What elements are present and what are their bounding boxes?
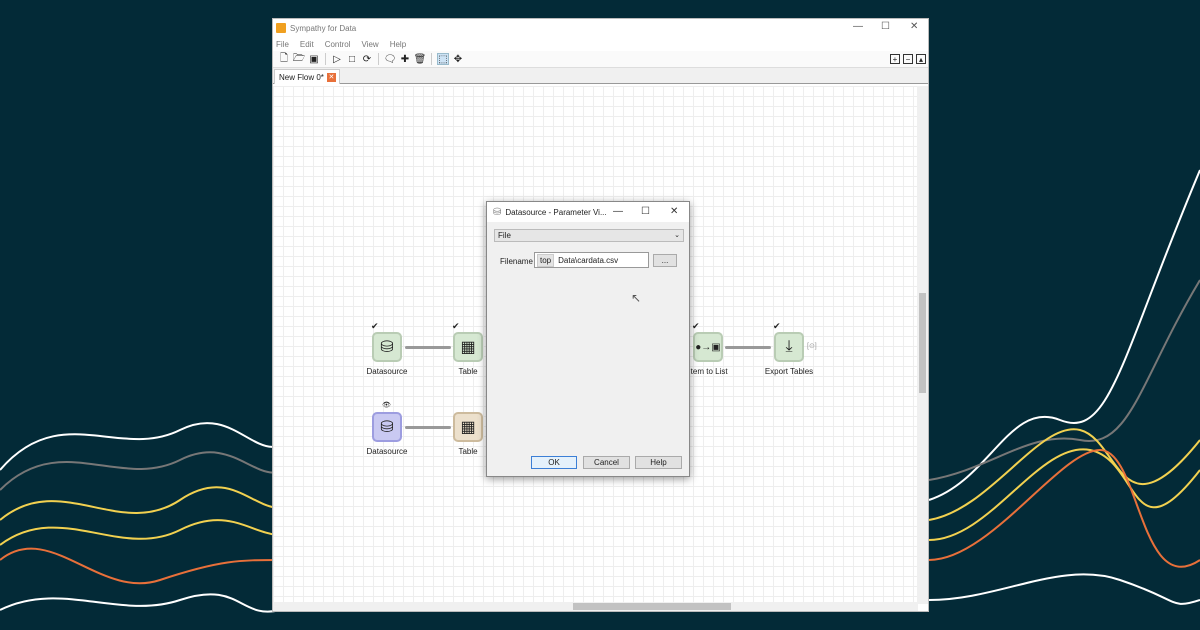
app-logo-icon xyxy=(276,23,286,33)
reload-icon[interactable]: ⟳ xyxy=(361,53,373,65)
move-icon[interactable]: ✥ xyxy=(452,53,464,65)
parameter-dialog: ⛁ Datasource - Parameter Vi... — ☐ ✕ Fil… xyxy=(486,201,690,477)
node-datasource[interactable]: ⛁ xyxy=(372,332,402,362)
zoom-in-icon[interactable]: + xyxy=(890,54,900,64)
scroll-thumb[interactable] xyxy=(573,603,731,610)
menu-file[interactable]: File xyxy=(276,40,289,49)
menu-help[interactable]: Help xyxy=(390,40,406,49)
node-datasource-2[interactable]: ⛁ xyxy=(372,412,402,442)
select-rect-icon[interactable]: ⬚ xyxy=(437,53,449,65)
zoom-out-icon[interactable]: − xyxy=(903,54,913,64)
minimize-button[interactable]: — xyxy=(853,21,863,32)
browse-button[interactable]: ... xyxy=(653,254,677,267)
node-export-tables[interactable]: ⤓ xyxy=(774,332,804,362)
menu-control[interactable]: Control xyxy=(325,40,351,49)
node-table[interactable]: ▦ xyxy=(453,332,483,362)
table-icon: ▦ xyxy=(460,339,476,356)
title-bar: Sympathy for Data xyxy=(273,19,928,37)
edge xyxy=(725,346,771,349)
node-table-2[interactable]: ▦ xyxy=(453,412,483,442)
menu-bar: File Edit Control View Help xyxy=(273,37,928,51)
filename-label: Filename xyxy=(500,257,533,266)
close-button[interactable]: ✕ xyxy=(670,206,678,217)
new-file-icon[interactable]: 🗋 xyxy=(278,53,290,65)
scroll-thumb[interactable] xyxy=(919,293,926,393)
horizontal-scrollbar[interactable] xyxy=(273,602,918,611)
open-folder-icon[interactable]: 🗁 xyxy=(293,53,305,65)
maximize-button[interactable]: ☐ xyxy=(881,21,890,32)
toolbar-divider xyxy=(431,53,432,65)
window-title: Sympathy for Data xyxy=(290,23,357,33)
output-port[interactable]: [⊙] xyxy=(807,342,817,350)
filename-field[interactable]: top Data\cardata.csv xyxy=(534,252,649,268)
prefix-button[interactable]: top xyxy=(537,253,555,267)
mode-select[interactable]: File ⌄ xyxy=(494,229,684,242)
database-icon: ⛁ xyxy=(380,339,394,356)
node-label: Datasource xyxy=(366,447,408,456)
play-icon[interactable]: ▷ xyxy=(331,53,343,65)
status-check-icon: ✔ xyxy=(371,321,379,331)
database-icon: ⛁ xyxy=(380,419,394,436)
ok-button[interactable]: OK xyxy=(531,456,577,469)
dialog-title-bar: ⛁ Datasource - Parameter Vi... — ☐ ✕ xyxy=(487,202,689,222)
tab-bar: New Flow 0* ✕ xyxy=(273,68,928,84)
mouse-cursor-icon: ↖ xyxy=(631,291,642,305)
close-button[interactable]: ✕ xyxy=(910,21,918,32)
mode-value: File xyxy=(498,231,511,240)
close-tab-icon[interactable]: ✕ xyxy=(326,72,336,82)
status-check-icon: ✔ xyxy=(773,321,781,331)
comment-icon[interactable]: 🗨 xyxy=(384,53,397,65)
maximize-button[interactable]: ☐ xyxy=(641,206,650,217)
help-button[interactable]: Help xyxy=(635,456,682,469)
toolbar-divider xyxy=(325,53,326,65)
trash-icon[interactable]: 🗑 xyxy=(414,53,427,65)
status-check-icon: ✔ xyxy=(452,321,460,331)
node-item-to-list[interactable]: ●→▣ xyxy=(693,332,723,362)
minimize-button[interactable]: — xyxy=(613,206,623,217)
fit-icon[interactable]: ▴ xyxy=(916,54,926,64)
toolbar-divider xyxy=(378,53,379,65)
filename-value: Data\cardata.csv xyxy=(558,255,619,265)
tab-label: New Flow 0* xyxy=(279,72,324,82)
tab-new-flow[interactable]: New Flow 0* ✕ xyxy=(274,69,340,84)
toolbar: 🗋 🗁 ▣ ▷ □ ⟳ 🗨 ✚ 🗑 ⬚ ✥ xyxy=(273,51,928,68)
eye-icon: 👁 xyxy=(382,402,391,409)
chevron-down-icon: ⌄ xyxy=(674,232,680,239)
database-icon: ⛁ xyxy=(493,206,502,218)
item-to-list-icon: ●→▣ xyxy=(695,341,721,353)
stop-icon[interactable]: □ xyxy=(346,53,358,65)
export-icon: ⤓ xyxy=(785,338,793,355)
plus-icon[interactable]: ✚ xyxy=(399,53,411,65)
node-label: Export Tables xyxy=(764,367,814,376)
dialog-title: Datasource - Parameter Vi... xyxy=(505,207,607,217)
edge xyxy=(405,426,451,429)
cancel-button[interactable]: Cancel xyxy=(583,456,630,469)
node-label: Datasource xyxy=(366,367,408,376)
menu-view[interactable]: View xyxy=(361,40,378,49)
save-icon[interactable]: ▣ xyxy=(308,53,320,65)
table-icon: ▦ xyxy=(460,419,476,436)
status-check-icon: ✔ xyxy=(692,321,700,331)
menu-edit[interactable]: Edit xyxy=(300,40,314,49)
edge xyxy=(405,346,451,349)
vertical-scrollbar[interactable] xyxy=(917,86,928,604)
